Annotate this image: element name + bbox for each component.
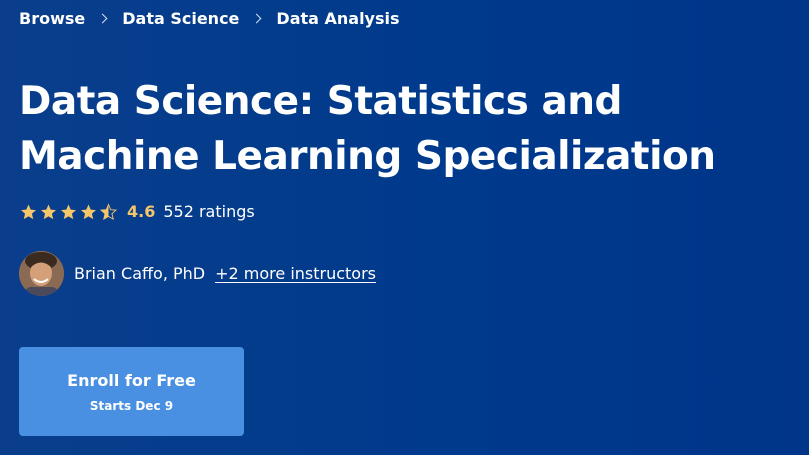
chevron-right-icon: [97, 13, 108, 24]
star-icon: [21, 204, 36, 219]
breadcrumb: Browse Data Science Data Analysis: [19, 9, 400, 28]
ratings-count: 552 ratings: [163, 202, 255, 221]
instructors-row: Brian Caffo, PhD +2 more instructors: [19, 251, 376, 296]
instructor-photo: [19, 251, 64, 296]
enroll-start-date: Starts Dec 9: [89, 398, 174, 413]
star-icon: [41, 204, 56, 219]
more-instructors-link[interactable]: +2 more instructors: [215, 264, 376, 283]
rating-row: 4.6 552 ratings: [19, 202, 255, 221]
star-icon: [61, 204, 76, 219]
breadcrumb-data-analysis[interactable]: Data Analysis: [276, 9, 399, 28]
star-icon: [81, 204, 96, 219]
rating-value: 4.6: [127, 202, 156, 221]
enroll-label: Enroll for Free: [67, 370, 196, 390]
chevron-right-icon: [251, 13, 262, 24]
rating-stars: [19, 202, 119, 221]
page-title: Data Science: Statistics and Machine Lea…: [19, 79, 716, 179]
breadcrumb-data-science[interactable]: Data Science: [122, 9, 239, 28]
instructor-name[interactable]: Brian Caffo, PhD: [74, 264, 205, 283]
enroll-button[interactable]: Enroll for Free Starts Dec 9: [19, 347, 244, 436]
breadcrumb-browse[interactable]: Browse: [19, 9, 85, 28]
half-star-icon: [99, 202, 118, 220]
avatar: [19, 251, 64, 296]
